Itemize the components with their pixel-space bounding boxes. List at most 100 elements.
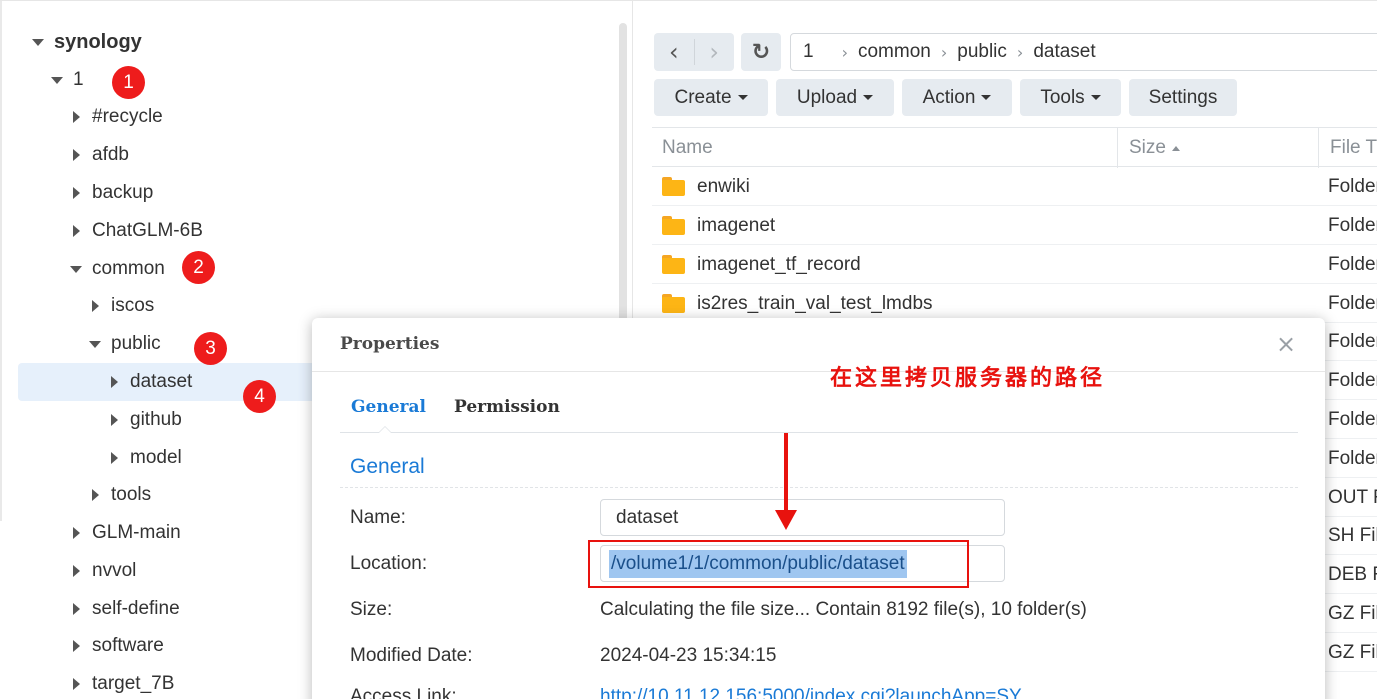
tree-item-nvvol[interactable]: nvvol bbox=[70, 552, 136, 590]
location-label: Location: bbox=[350, 553, 428, 574]
action-button-label: Action bbox=[922, 86, 976, 108]
close-icon[interactable]: × bbox=[1276, 330, 1296, 358]
tree-item-github[interactable]: github bbox=[108, 401, 182, 439]
breadcrumb-item[interactable]: public bbox=[957, 41, 1007, 63]
action-button[interactable]: Action bbox=[902, 79, 1012, 116]
name-label: Name: bbox=[350, 507, 406, 528]
tree-item-label: ChatGLM-6B bbox=[92, 220, 203, 241]
tab-general[interactable]: General bbox=[351, 397, 426, 417]
size-value: Calculating the file size... Contain 819… bbox=[600, 599, 1087, 620]
access-link[interactable]: http://10.11.12.156:5000/index.cgi?launc… bbox=[600, 686, 1022, 699]
tree-item-1[interactable]: 1 bbox=[51, 61, 84, 99]
tree-item-iscos[interactable]: iscos bbox=[89, 287, 154, 325]
tree-item-chatglm[interactable]: ChatGLM-6B bbox=[70, 212, 203, 250]
upload-button[interactable]: Upload bbox=[776, 79, 894, 116]
column-header-label: File T bbox=[1330, 137, 1377, 158]
caret-right-icon[interactable] bbox=[70, 149, 82, 161]
tree-item-synology[interactable]: synology bbox=[32, 23, 142, 61]
tree-item-public[interactable]: public bbox=[89, 325, 161, 363]
caret-right-icon[interactable] bbox=[108, 414, 120, 426]
breadcrumb-item[interactable]: common bbox=[858, 41, 931, 63]
file-name: imagenet bbox=[697, 214, 776, 236]
create-button[interactable]: Create bbox=[654, 79, 768, 116]
chevron-left-icon[interactable]: ‹ bbox=[654, 33, 694, 71]
table-row[interactable]: enwiki Folder bbox=[652, 167, 1377, 206]
tree-item-label: public bbox=[111, 333, 161, 354]
caret-right-icon[interactable] bbox=[70, 565, 82, 577]
arrow-down-icon bbox=[775, 510, 797, 530]
column-header-size[interactable]: Size bbox=[1129, 128, 1180, 168]
tree-item-self-define[interactable]: self-define bbox=[70, 590, 180, 628]
caret-right-icon[interactable] bbox=[70, 527, 82, 539]
column-header-type[interactable]: File T bbox=[1330, 128, 1377, 168]
column-header-name[interactable]: Name bbox=[662, 128, 713, 168]
step-badge-3: 3 bbox=[194, 332, 227, 365]
tree-item-dataset[interactable]: dataset bbox=[108, 363, 192, 401]
caret-right-icon[interactable] bbox=[108, 452, 120, 464]
tab-permission[interactable]: Permission bbox=[454, 397, 560, 417]
file-type: GZ Fil bbox=[1328, 641, 1377, 663]
annotation-arrow bbox=[784, 433, 788, 518]
dropdown-arrow-icon bbox=[981, 95, 992, 100]
column-divider[interactable] bbox=[1318, 128, 1319, 168]
tabs-divider bbox=[340, 432, 1298, 433]
breadcrumb[interactable]: 1 › common › public › dataset bbox=[790, 33, 1377, 71]
folder-icon bbox=[662, 294, 685, 313]
folder-icon bbox=[662, 177, 685, 196]
file-type: Folder bbox=[1328, 292, 1377, 314]
chevron-right-icon: › bbox=[940, 42, 948, 62]
caret-right-icon[interactable] bbox=[70, 603, 82, 615]
properties-dialog: Properties × 在这里拷贝服务器的路径 General Permiss… bbox=[312, 318, 1325, 699]
tree-item-software[interactable]: software bbox=[70, 627, 164, 665]
file-name: enwiki bbox=[697, 175, 750, 197]
file-type: Folder bbox=[1328, 330, 1377, 352]
file-type: Folder bbox=[1328, 214, 1377, 236]
step-badge-2: 2 bbox=[182, 251, 215, 284]
settings-button[interactable]: Settings bbox=[1129, 79, 1237, 116]
caret-right-icon[interactable] bbox=[70, 640, 82, 652]
tree-item-label: #recycle bbox=[92, 106, 163, 127]
file-type: Folder bbox=[1328, 408, 1377, 430]
chevron-right-icon: › bbox=[841, 42, 848, 62]
file-type: Folder bbox=[1328, 175, 1377, 197]
chevron-right-icon: › bbox=[1016, 42, 1024, 62]
caret-down-icon[interactable] bbox=[89, 338, 101, 350]
tree-item-label: GLM-main bbox=[92, 522, 181, 543]
tree-item-target-7b[interactable]: target_7B bbox=[70, 665, 174, 699]
caret-right-icon[interactable] bbox=[89, 489, 101, 501]
caret-down-icon[interactable] bbox=[70, 263, 82, 275]
tools-button[interactable]: Tools bbox=[1020, 79, 1121, 116]
caret-right-icon[interactable] bbox=[70, 187, 82, 199]
tree-item-recycle[interactable]: #recycle bbox=[70, 98, 163, 136]
tree-item-backup[interactable]: backup bbox=[70, 174, 153, 212]
breadcrumb-item[interactable]: 1 bbox=[803, 41, 814, 63]
tree-item-label: tools bbox=[111, 484, 152, 505]
annotation-text: 在这里拷贝服务器的路径 bbox=[830, 365, 1106, 391]
caret-right-icon[interactable] bbox=[89, 300, 101, 312]
column-header-label: Name bbox=[662, 137, 713, 158]
caret-right-icon[interactable] bbox=[70, 111, 82, 123]
caret-right-icon[interactable] bbox=[108, 376, 120, 388]
caret-right-icon[interactable] bbox=[70, 225, 82, 237]
column-divider[interactable] bbox=[1117, 128, 1118, 168]
name-field[interactable]: dataset bbox=[600, 499, 1005, 536]
breadcrumb-item[interactable]: dataset bbox=[1033, 41, 1095, 63]
chevron-right-icon[interactable]: › bbox=[694, 33, 734, 71]
size-label: Size: bbox=[350, 599, 393, 620]
tree-item-glm-main[interactable]: GLM-main bbox=[70, 514, 181, 552]
caret-down-icon[interactable] bbox=[51, 74, 63, 86]
caret-right-icon[interactable] bbox=[70, 678, 82, 690]
tree-item-label: 1 bbox=[73, 69, 84, 90]
tree-item-model[interactable]: model bbox=[108, 439, 182, 477]
settings-button-label: Settings bbox=[1148, 86, 1218, 108]
tree-item-tools[interactable]: tools bbox=[89, 476, 151, 514]
refresh-icon[interactable]: ↻ bbox=[741, 33, 781, 71]
tree-item-common[interactable]: common bbox=[70, 250, 165, 288]
table-row[interactable]: imagenet Folder bbox=[652, 206, 1377, 245]
tree-item-afdb[interactable]: afdb bbox=[70, 136, 129, 174]
tree-item-label: nvvol bbox=[92, 560, 137, 581]
dropdown-arrow-icon bbox=[737, 95, 748, 100]
table-row[interactable]: imagenet_tf_record Folder bbox=[652, 245, 1377, 284]
caret-down-icon[interactable] bbox=[32, 36, 44, 48]
section-title: General bbox=[350, 455, 425, 478]
